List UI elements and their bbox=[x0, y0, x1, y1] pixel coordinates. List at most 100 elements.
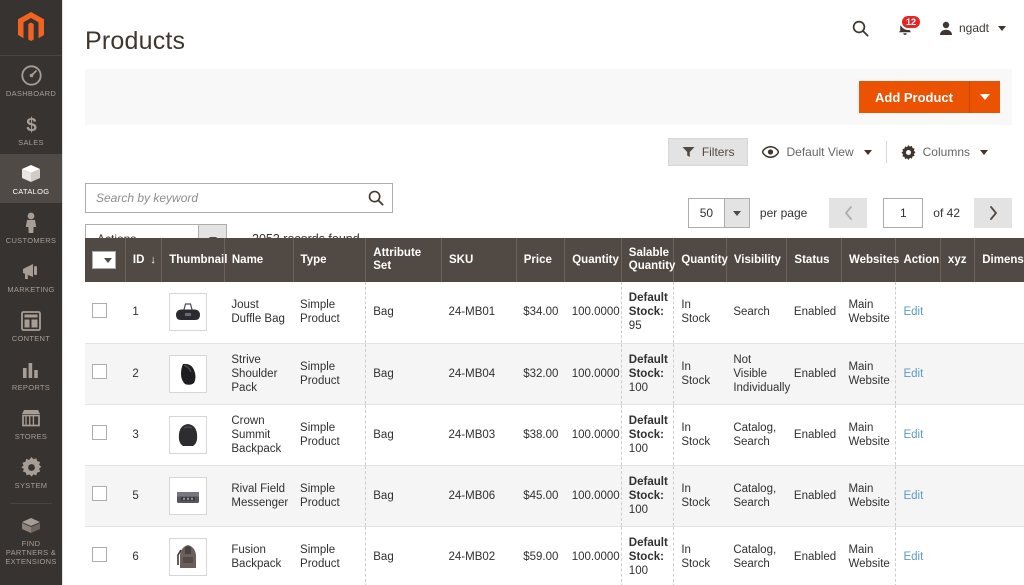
grid-column-label: Visibility bbox=[734, 254, 781, 266]
grid-column-header-quantity2[interactable]: Quantity bbox=[674, 238, 727, 282]
add-product-button[interactable]: Add Product bbox=[859, 81, 1000, 113]
select-all-dropdown[interactable] bbox=[92, 251, 116, 269]
sidebar-item-dashboard[interactable]: DASHBOARD bbox=[0, 56, 62, 105]
edit-link[interactable]: Edit bbox=[903, 429, 923, 441]
cell-value: $38.00 bbox=[523, 429, 558, 441]
gear-icon bbox=[901, 145, 916, 160]
sidebar-item-find-partners-extensions[interactable]: FIND PARTNERS & EXTENSIONS bbox=[0, 506, 62, 573]
global-search-button[interactable] bbox=[852, 20, 869, 37]
duffle-bag-thumbnail bbox=[169, 293, 207, 331]
cell-value: Main Website bbox=[848, 361, 889, 387]
sidebar-item-content[interactable]: CONTENT bbox=[0, 301, 62, 350]
per-page-dropdown[interactable]: 50 bbox=[688, 198, 750, 228]
row-checkbox[interactable] bbox=[92, 486, 107, 501]
filters-label: Filters bbox=[702, 145, 735, 159]
sidebar-item-label: MARKETING bbox=[2, 285, 60, 294]
row-visibility-cell: Not Visible Individually bbox=[726, 343, 787, 404]
sidebar-item-customers[interactable]: CUSTOMERS bbox=[0, 203, 62, 252]
grid-column-header-action[interactable]: Action bbox=[896, 238, 940, 282]
messenger-bag-thumbnail bbox=[169, 477, 207, 515]
row-checkbox[interactable] bbox=[92, 425, 107, 440]
grid-column-header-attr-set[interactable]: Attribute Set bbox=[366, 238, 442, 282]
chevron-down-icon bbox=[104, 258, 112, 263]
layout-icon bbox=[2, 310, 60, 331]
row-websites-cell: Main Website bbox=[841, 404, 896, 465]
row-checkbox[interactable] bbox=[92, 303, 107, 318]
sidebar-item-system[interactable]: SYSTEM bbox=[0, 448, 62, 497]
admin-topbar: 12 ngadt bbox=[63, 0, 1024, 56]
eye-icon bbox=[762, 146, 779, 158]
table-row[interactable]: 3Crown Summit BackpackSimple ProductBag2… bbox=[85, 404, 1024, 465]
notification-count-badge: 12 bbox=[900, 14, 922, 30]
cell-value: $32.00 bbox=[523, 368, 558, 380]
grid-column-header-visibility[interactable]: Visibility bbox=[726, 238, 787, 282]
per-page-value: 50 bbox=[689, 199, 724, 227]
edit-link[interactable]: Edit bbox=[903, 306, 923, 318]
gear-icon bbox=[2, 457, 60, 478]
sidebar-item-label: REPORTS bbox=[2, 383, 60, 392]
sidebar-item-catalog[interactable]: CATALOG bbox=[0, 154, 62, 203]
default-view-selector[interactable]: Default View bbox=[748, 138, 885, 166]
grid-column-header-quantity[interactable]: Quantity bbox=[565, 238, 622, 282]
chevron-down-icon bbox=[980, 150, 988, 155]
grid-column-header-xyz[interactable]: xyz bbox=[940, 238, 974, 282]
row-dimension-cell bbox=[975, 343, 1024, 404]
search-input[interactable] bbox=[96, 191, 368, 205]
cell-value: 100.0000 bbox=[572, 551, 620, 563]
row-websites-cell: Main Website bbox=[841, 343, 896, 404]
grid-view-controls: Filters Default View Columns bbox=[63, 137, 1012, 167]
salable-stock-value: 100 bbox=[629, 381, 667, 395]
grid-column-header-status[interactable]: Status bbox=[787, 238, 842, 282]
sidebar-item-marketing[interactable]: MARKETING bbox=[0, 252, 62, 301]
package-icon bbox=[2, 515, 60, 536]
page-number-input[interactable] bbox=[883, 198, 923, 228]
cell-value: Main Website bbox=[848, 544, 889, 570]
keyword-search-box[interactable] bbox=[85, 183, 393, 213]
row-quantity2-cell: In Stock bbox=[674, 465, 727, 526]
sidebar-item-reports[interactable]: REPORTS bbox=[0, 350, 62, 399]
cell-value: In Stock bbox=[681, 299, 710, 325]
edit-link[interactable]: Edit bbox=[903, 551, 923, 563]
salable-stock-label: Default Stock: bbox=[629, 475, 667, 503]
filters-button[interactable]: Filters bbox=[668, 138, 749, 166]
magento-logo[interactable] bbox=[0, 0, 62, 56]
cell-value: Joust Duffle Bag bbox=[231, 299, 285, 325]
grid-column-header-price[interactable]: Price bbox=[516, 238, 564, 282]
notifications-button[interactable]: 12 bbox=[897, 20, 913, 37]
grid-column-header-sku[interactable]: SKU bbox=[442, 238, 517, 282]
salable-stock-value: 95 bbox=[629, 319, 667, 333]
sidebar-item-stores[interactable]: STORES bbox=[0, 399, 62, 448]
table-row[interactable]: 6Fusion BackpackSimple ProductBag24-MB02… bbox=[85, 526, 1024, 585]
cell-value: 24-MB02 bbox=[449, 551, 496, 563]
row-checkbox[interactable] bbox=[92, 547, 107, 562]
columns-selector[interactable]: Columns bbox=[887, 138, 1002, 166]
next-page-button[interactable] bbox=[974, 198, 1012, 228]
sidebar-item-sales[interactable]: $SALES bbox=[0, 105, 62, 154]
grid-column-header-dimension[interactable]: Dimension bbox=[975, 238, 1024, 282]
add-product-dropdown-toggle[interactable] bbox=[970, 81, 1000, 113]
table-row[interactable]: 2Strive Shoulder PackSimple ProductBag24… bbox=[85, 343, 1024, 404]
edit-link[interactable]: Edit bbox=[903, 368, 923, 380]
row-quantity2-cell: In Stock bbox=[674, 526, 727, 585]
edit-link[interactable]: Edit bbox=[903, 490, 923, 502]
grid-column-header-websites[interactable]: Websites bbox=[841, 238, 896, 282]
user-menu-button[interactable]: ngadt bbox=[939, 21, 1006, 36]
per-page-dropdown-toggle[interactable] bbox=[724, 199, 749, 227]
grid-column-header-select[interactable] bbox=[85, 238, 125, 282]
row-dimension-cell bbox=[975, 404, 1024, 465]
cell-value: $34.00 bbox=[523, 306, 558, 318]
grid-column-header-type[interactable]: Type bbox=[293, 238, 366, 282]
grid-column-header-id[interactable]: ID↓ bbox=[125, 238, 161, 282]
page-title: Products bbox=[85, 27, 185, 56]
row-quantity2-cell: In Stock bbox=[674, 343, 727, 404]
previous-page-button[interactable] bbox=[829, 198, 867, 228]
grid-column-header-salable[interactable]: Salable Quantity bbox=[621, 238, 674, 282]
table-row[interactable]: 1Joust Duffle BagSimple ProductBag24-MB0… bbox=[85, 282, 1024, 343]
table-row[interactable]: 5Rival Field MessengerSimple ProductBag2… bbox=[85, 465, 1024, 526]
grid-column-header-thumbnail[interactable]: Thumbnail bbox=[162, 238, 225, 282]
cell-value: Crown Summit Backpack bbox=[231, 415, 281, 455]
grid-column-header-name[interactable]: Name bbox=[224, 238, 293, 282]
row-checkbox[interactable] bbox=[92, 364, 107, 379]
row-quantity-cell: 100.0000 bbox=[565, 343, 622, 404]
row-sku-cell: 24-MB02 bbox=[442, 526, 517, 585]
